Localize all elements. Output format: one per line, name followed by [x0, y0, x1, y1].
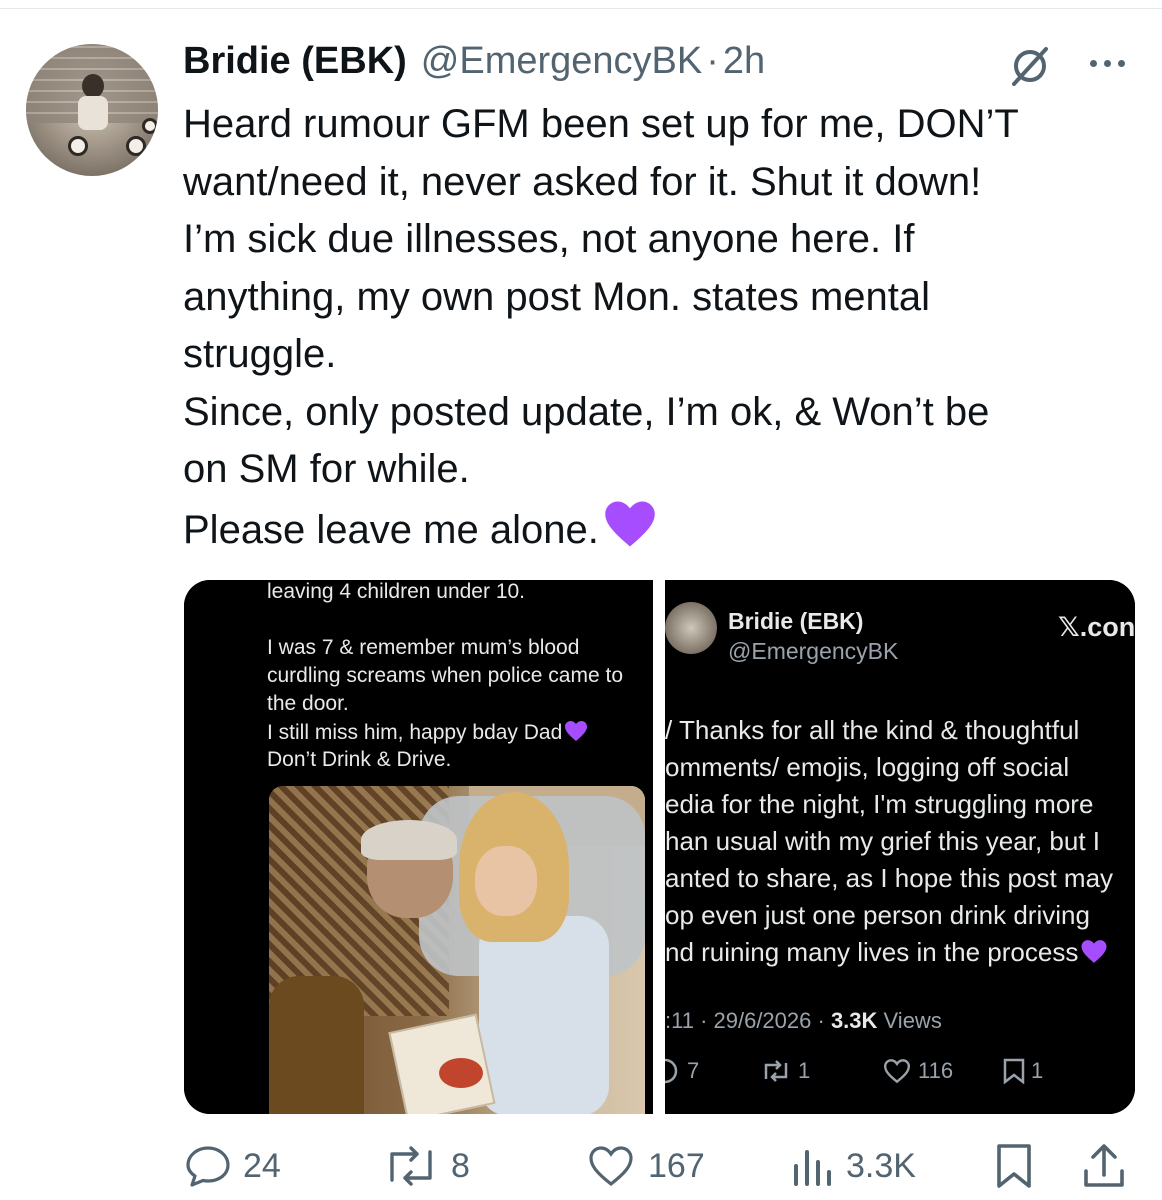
embedded-repost: 1 [760, 1058, 810, 1084]
purple-heart-icon [1081, 940, 1107, 963]
image-text-line-heart: I still miss him, happy bday Dad [267, 720, 588, 745]
embedded-meta: :11 · 29/6/2026 · 3.3K Views [665, 1008, 942, 1034]
separator: · [706, 40, 719, 82]
embedded-like-count: 116 [918, 1058, 954, 1083]
purple-heart-icon [605, 501, 655, 546]
bookmark-icon [997, 1144, 1031, 1188]
tweet-line: Heard rumour GFM been set up for me, DON… [183, 102, 1019, 146]
more-options-icon[interactable] [1082, 50, 1132, 76]
embedded-line: op even just one person drink driving [665, 900, 1090, 930]
image-text-line: I still miss him, happy bday Dad [267, 721, 563, 744]
embedded-bookmark: 1 [1003, 1058, 1043, 1084]
embedded-author-handle: @EmergencyBK [728, 638, 899, 664]
embedded-repost-count: 1 [798, 1058, 811, 1083]
image-text-line: leaving 4 children under 10. [267, 580, 526, 603]
tweet-actions: 24 8 167 3.3K [0, 1140, 1162, 1192]
tweet-header: Bridie (EBK) @EmergencyBK · 2h [183, 40, 765, 90]
author-handle[interactable]: @EmergencyBK [421, 40, 702, 83]
media-attachment[interactable]: leaving 4 children under 10. I was 7 & r… [184, 580, 1135, 1114]
image-text-line: the door. [267, 692, 349, 715]
timestamp[interactable]: 2h [723, 40, 765, 83]
embedded-line: nd ruining many lives in the process [665, 937, 1079, 967]
embedded-line: han usual with my grief this year, but I [665, 826, 1100, 856]
avatar[interactable] [26, 44, 158, 176]
like-button[interactable]: 167 [586, 1140, 705, 1192]
repost-icon [390, 1146, 432, 1186]
embedded-actions: 7 1 116 1 [665, 1058, 1135, 1090]
embedded-line: / Thanks for all the kind & thoughtful [665, 715, 1080, 745]
tweet-line: want/need it, never asked for it. Shut i… [183, 159, 982, 204]
reply-button[interactable]: 24 [185, 1140, 281, 1192]
tweet-line: struggle. [183, 332, 337, 376]
embedded-bookmark-count: 1 [1031, 1058, 1044, 1083]
repost-icon [764, 1060, 788, 1082]
author-name[interactable]: Bridie (EBK) [183, 40, 407, 83]
reply-icon [665, 1058, 678, 1084]
repost-count: 8 [451, 1146, 470, 1185]
views-button[interactable]: 3.3K [790, 1140, 916, 1192]
embedded-reply-count: 7 [687, 1058, 700, 1083]
bookmark-icon [1003, 1058, 1025, 1084]
embedded-like: 116 [882, 1058, 953, 1084]
like-count: 167 [648, 1146, 705, 1185]
embedded-views-label: Views [877, 1008, 942, 1033]
tweet-line: Please leave me alone. [183, 507, 599, 552]
share-button[interactable] [1080, 1140, 1128, 1192]
top-divider [0, 8, 1162, 9]
tweet-line: on SM for while. [183, 447, 470, 491]
embedded-time: :11 · 29/6/2026 · [665, 1008, 831, 1033]
image-text-line: I was 7 & remember mum’s blood [267, 636, 580, 659]
grok-icon[interactable] [1008, 44, 1052, 88]
embedded-line: edia for the night, I'm struggling more [665, 789, 1094, 819]
reply-icon [186, 1146, 230, 1187]
embedded-line: omments/ emojis, logging off social [665, 752, 1070, 782]
image-text-line: curdling screams when police came to [267, 664, 623, 687]
bookmark-button[interactable] [994, 1140, 1034, 1192]
embedded-author-name: Bridie (EBK) [728, 608, 864, 634]
image-text-line: Don’t Drink & Drive. [267, 748, 452, 771]
tweet-text: Heard rumour GFM been set up for me, DON… [183, 96, 1143, 556]
reply-count: 24 [243, 1146, 281, 1185]
share-icon [1084, 1144, 1124, 1187]
tweet-line: anything, my own post Mon. states mental [183, 274, 931, 319]
embedded-line: anted to share, as I hope this post may [665, 863, 1114, 893]
tweet-line-last: Please leave me alone. [183, 499, 1143, 557]
analytics-icon [794, 1150, 831, 1186]
heart-outline-icon [883, 1059, 911, 1084]
media-divider [653, 580, 665, 1114]
views-count: 3.3K [846, 1146, 916, 1185]
embedded-avatar [665, 602, 717, 654]
tweet-line: I’m sick due illnesses, not anyone here.… [183, 217, 915, 261]
embedded-line-heart: nd ruining many lives in the process [665, 934, 1135, 971]
heart-outline-icon [589, 1146, 633, 1187]
embedded-views-count: 3.3K [830, 1008, 878, 1033]
embedded-tweet-text: / Thanks for all the kind & thoughtful o… [665, 712, 1135, 971]
media-image-left[interactable]: leaving 4 children under 10. I was 7 & r… [184, 580, 653, 1114]
tweet-line: Since, only posted update, I’m ok, & Won… [183, 389, 990, 434]
x-logo-text: 𝕏.con [1058, 612, 1135, 642]
purple-heart-icon [565, 721, 588, 741]
family-photo [269, 786, 645, 1114]
embedded-reply: 7 [665, 1058, 699, 1084]
media-image-right[interactable]: Bridie (EBK) @EmergencyBK 𝕏.con / Thanks… [665, 580, 1135, 1114]
repost-button[interactable]: 8 [383, 1140, 470, 1192]
